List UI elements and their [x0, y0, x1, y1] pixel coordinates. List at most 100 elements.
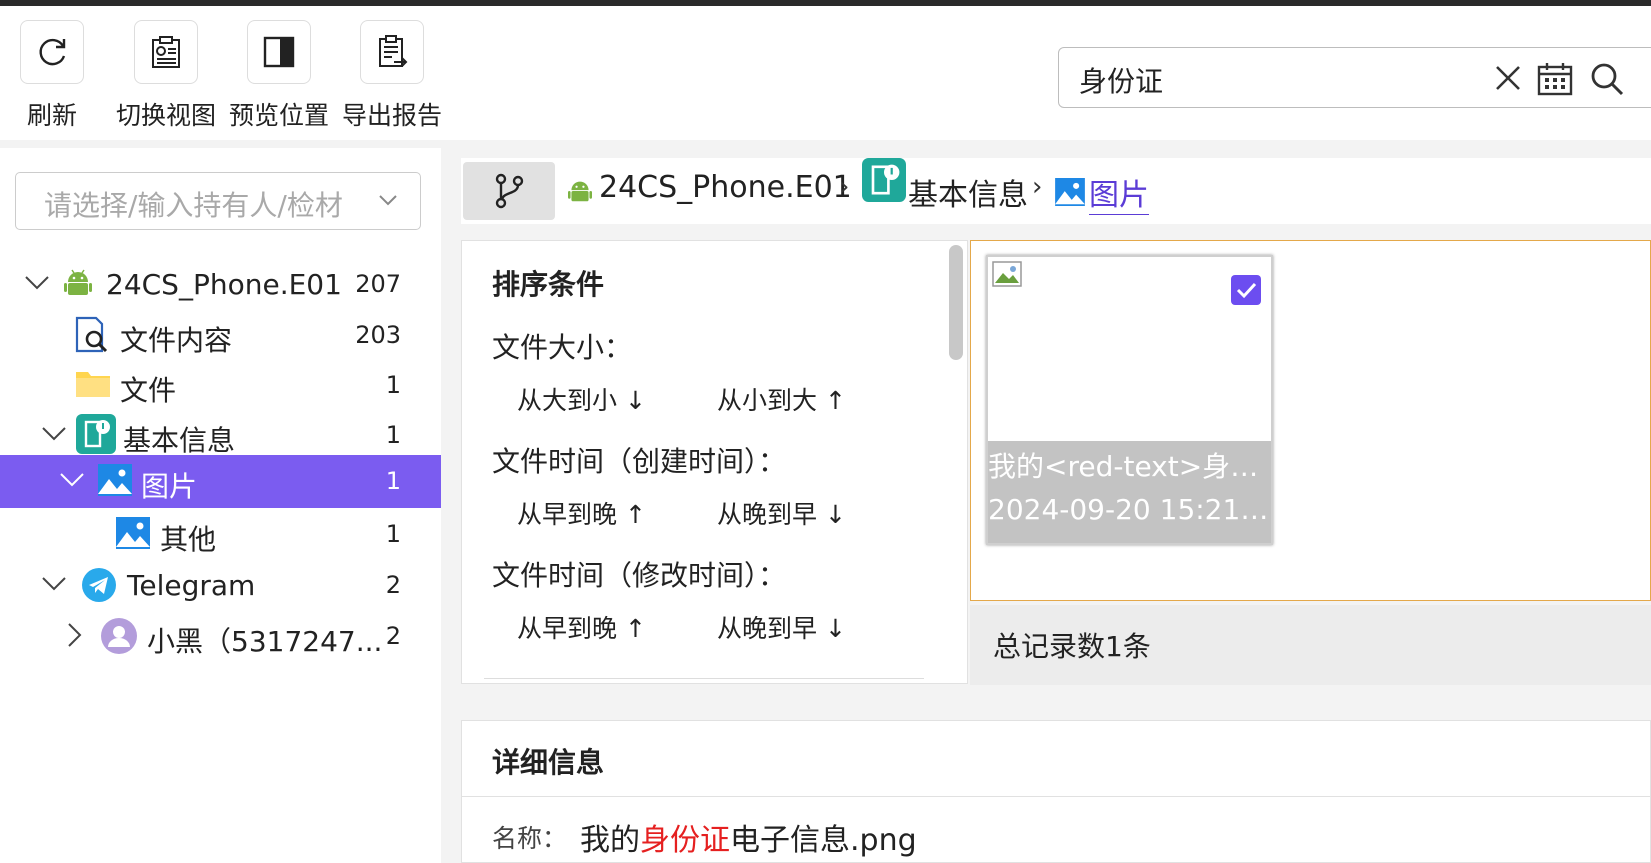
chevron-down-icon[interactable] — [24, 274, 50, 292]
sort-created-desc[interactable]: 从晚到早 ↓ — [717, 495, 846, 531]
search-box[interactable]: 身份证 — [1058, 47, 1651, 108]
sort-section-label: 文件时间（修改时间）： — [492, 559, 787, 592]
file-search-icon — [75, 316, 108, 353]
basic-info-icon — [76, 414, 116, 454]
tree-item-other[interactable]: 其他 1 — [0, 508, 441, 561]
breadcrumb-item-images[interactable]: 图片 — [1089, 170, 1149, 215]
tree-item-label: 小黑（5317247... — [147, 625, 383, 658]
export-report-button[interactable]: 导出报告 — [336, 20, 448, 132]
sort-section-label: 文件大小： — [492, 331, 633, 364]
record-count: 总记录数1条 — [993, 630, 1151, 663]
detail-panel: 详细信息 名称： 我的身份证电子信息.png — [461, 720, 1651, 863]
breadcrumb-item-phone[interactable]: 24CS_Phone.E01 — [599, 170, 852, 205]
card-timestamp: 2024-09-20 15:21:07 — [988, 493, 1271, 526]
preview-position-label: 预览位置 — [228, 101, 329, 130]
chevron-right-icon[interactable] — [66, 622, 82, 648]
export-report-icon — [379, 35, 408, 67]
name-highlight: 身份证 — [640, 823, 730, 858]
tree-item-label: 文件内容 — [120, 324, 233, 357]
tree-item-count: 203 — [355, 321, 401, 349]
holder-select-placeholder: 请选择/输入持有人/检材 — [44, 189, 343, 222]
breadcrumb-separator: › — [1032, 172, 1043, 202]
scrollbar[interactable] — [949, 245, 963, 360]
refresh-icon — [39, 38, 66, 66]
name-suffix: 电子信息.png — [730, 823, 917, 858]
telegram-icon — [82, 568, 116, 602]
image-card[interactable]: 我的<red-text>身份证电子信息.png 2024-09-20 15:21… — [986, 255, 1273, 545]
select-checkbox[interactable] — [1231, 275, 1261, 305]
sort-modified-asc[interactable]: 从早到晚 ↑ — [517, 609, 646, 645]
check-icon — [1236, 282, 1257, 299]
tree-item-label: 基本信息 — [123, 424, 236, 457]
record-count-bar: 总记录数1条 — [970, 605, 1651, 685]
sort-section-label: 文件时间（创建时间）： — [492, 445, 787, 478]
detail-name-key: 名称： — [492, 824, 568, 853]
tree-item-count: 1 — [385, 371, 401, 399]
detail-name-value: 我的身份证电子信息.png — [580, 815, 917, 859]
breadcrumb-item-basic-info[interactable]: 基本信息 — [908, 170, 1028, 214]
sidebar: 请选择/输入持有人/检材 24CS_Phone.E01 207 文件内容 203… — [0, 148, 441, 863]
switch-view-button[interactable]: 切换视图 — [110, 20, 222, 132]
sort-title: 排序条件 — [492, 268, 605, 301]
tree-item-label: 图片 — [141, 470, 198, 503]
user-avatar-icon — [101, 618, 137, 654]
folder-icon — [76, 372, 110, 397]
broken-image-icon — [992, 261, 1022, 287]
tree-item-file-content[interactable]: 文件内容 203 — [0, 309, 441, 362]
sort-panel: 排序条件 文件大小： 从大到小 ↓ 从小到大 ↑ 文件时间（创建时间）： 从早到… — [461, 240, 968, 684]
tree-item-count: 207 — [355, 270, 401, 298]
export-report-label: 导出报告 — [341, 101, 442, 130]
chevron-down-icon[interactable] — [378, 193, 398, 207]
tree-item-count: 1 — [385, 421, 401, 449]
image-icon — [98, 464, 132, 496]
tree-item-telegram[interactable]: Telegram 2 — [0, 559, 441, 612]
sort-modified-desc[interactable]: 从晚到早 ↓ — [717, 609, 846, 645]
clear-icon[interactable] — [1491, 61, 1525, 95]
tree-item-images[interactable]: 图片 1 — [0, 455, 441, 508]
tree-item-label: 其他 — [160, 523, 217, 556]
switch-view-icon — [152, 36, 180, 68]
preview-position-button[interactable]: 预览位置 — [223, 20, 335, 132]
tree-item-count: 1 — [385, 520, 401, 548]
tree-item-count: 2 — [385, 571, 401, 599]
search-input[interactable]: 身份证 — [1079, 60, 1163, 100]
chevron-down-icon[interactable] — [59, 471, 85, 489]
image-icon — [1055, 178, 1085, 206]
tree-item-count: 1 — [385, 467, 401, 495]
tree-item-contact[interactable]: 小黑（5317247... 2 — [0, 610, 441, 663]
breadcrumb-separator: › — [839, 172, 850, 202]
android-icon — [64, 269, 92, 295]
tree-item-files[interactable]: 文件 1 — [0, 359, 441, 412]
tree-item-label: 文件 — [120, 374, 177, 407]
branch-icon — [495, 173, 524, 209]
holder-select[interactable]: 请选择/输入持有人/检材 — [15, 172, 421, 230]
calendar-icon[interactable] — [1536, 61, 1574, 97]
sort-size-desc[interactable]: 从大到小 ↓ — [517, 381, 646, 417]
tree-item-count: 2 — [385, 622, 401, 650]
sort-created-asc[interactable]: 从早到晚 ↑ — [517, 495, 646, 531]
preview-position-icon — [263, 36, 295, 68]
basic-info-icon — [862, 158, 906, 202]
thumbnail-grid: 我的<red-text>身份证电子信息.png 2024-09-20 15:21… — [970, 240, 1651, 601]
image-icon — [116, 517, 150, 549]
android-icon — [568, 181, 592, 202]
toolbar: 刷新 切换视图 预览位置 导出报告 身份证 — [0, 6, 1651, 140]
chevron-down-icon[interactable] — [41, 425, 67, 443]
divider — [462, 796, 1651, 797]
divider — [484, 678, 924, 679]
search-icon[interactable] — [1589, 61, 1625, 97]
branch-button[interactable] — [463, 162, 555, 220]
card-caption: 我的<red-text>身份证电子信息.png 2024-09-20 15:21… — [988, 441, 1271, 543]
card-filename: 我的<red-text>身份证电子信息.png — [988, 450, 1271, 483]
refresh-button[interactable]: 刷新 — [0, 20, 108, 132]
tree-item-phone[interactable]: 24CS_Phone.E01 207 — [0, 258, 441, 311]
tree-item-label: 24CS_Phone.E01 — [106, 268, 342, 301]
chevron-down-icon[interactable] — [41, 575, 67, 593]
breadcrumb: 24CS_Phone.E01 › 基本信息 › 图片 — [461, 158, 1651, 224]
name-prefix: 我的 — [580, 823, 640, 858]
tree-item-label: Telegram — [127, 569, 256, 602]
refresh-label: 刷新 — [26, 101, 77, 130]
switch-view-label: 切换视图 — [115, 101, 216, 130]
sort-size-asc[interactable]: 从小到大 ↑ — [717, 381, 846, 417]
detail-title: 详细信息 — [492, 746, 605, 779]
